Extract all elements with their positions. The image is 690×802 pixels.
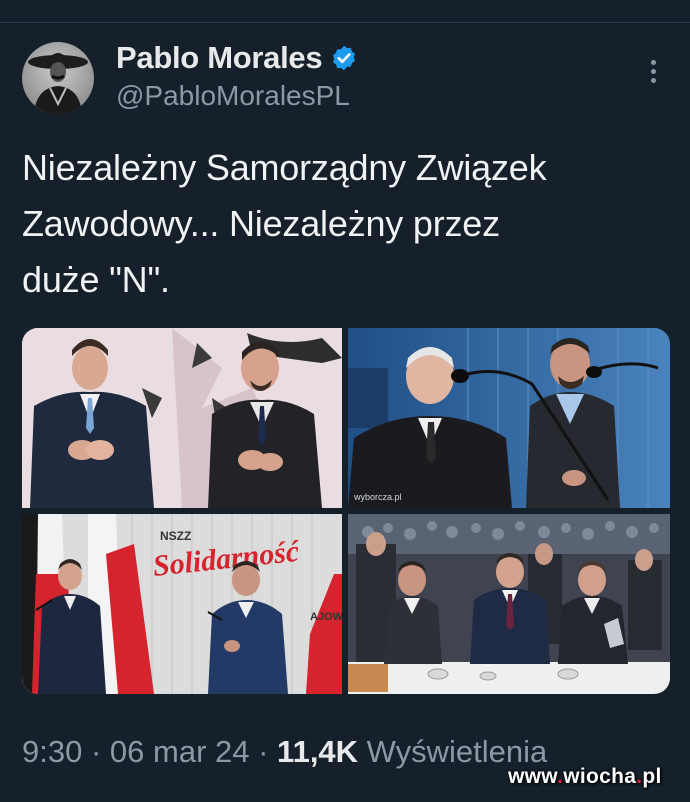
separator: ·: [249, 734, 278, 769]
display-name[interactable]: Pablo Morales: [116, 40, 323, 76]
photo-press-conference-microphones[interactable]: wyborcza.pl: [348, 328, 670, 508]
media-grid: wyborcza.pl NSZZ Solidarność KO AJOW: [22, 328, 670, 694]
previous-tweet-edge: [0, 0, 690, 8]
more-options-icon[interactable]: [645, 60, 661, 92]
photo-president-applauding[interactable]: [22, 328, 342, 508]
tweet-footer: 9:30 · 06 mar 24 · 11,4K Wyświetlenia: [22, 734, 547, 770]
photo-banquet-table[interactable]: [348, 514, 670, 694]
separator: ·: [82, 734, 110, 769]
banner-ajow: AJOW: [310, 611, 342, 623]
tweet-date[interactable]: 06 mar 24: [110, 734, 250, 769]
tweet-time[interactable]: 9:30: [22, 734, 82, 769]
avatar-portrait-icon: [28, 53, 88, 114]
views-count: 11,4K: [277, 734, 359, 769]
author-row: Pablo Morales: [116, 40, 358, 76]
site-watermark: www.wiocha.pl: [508, 765, 662, 788]
photo-solidarnosc-stage[interactable]: NSZZ Solidarność KO AJOW: [22, 514, 342, 694]
tweet-text-line: Niezależny Samorządny Związek: [22, 147, 547, 188]
tweet-text-line: Zawodowy... Niezależny przez: [22, 203, 500, 244]
avatar[interactable]: [22, 42, 94, 114]
user-handle[interactable]: @PabloMoralesPL: [116, 80, 350, 112]
verified-badge-icon: [333, 45, 356, 71]
tweet-text: Niezależny Samorządny Związek Zawodowy..…: [22, 140, 662, 308]
tweet-text-line: duże "N".: [22, 259, 170, 300]
photo-caption: wyborcza.pl: [353, 492, 402, 502]
banner-nszz: NSZZ: [160, 529, 191, 543]
views-label: Wyświetlenia: [358, 734, 548, 769]
top-divider: [0, 22, 690, 23]
